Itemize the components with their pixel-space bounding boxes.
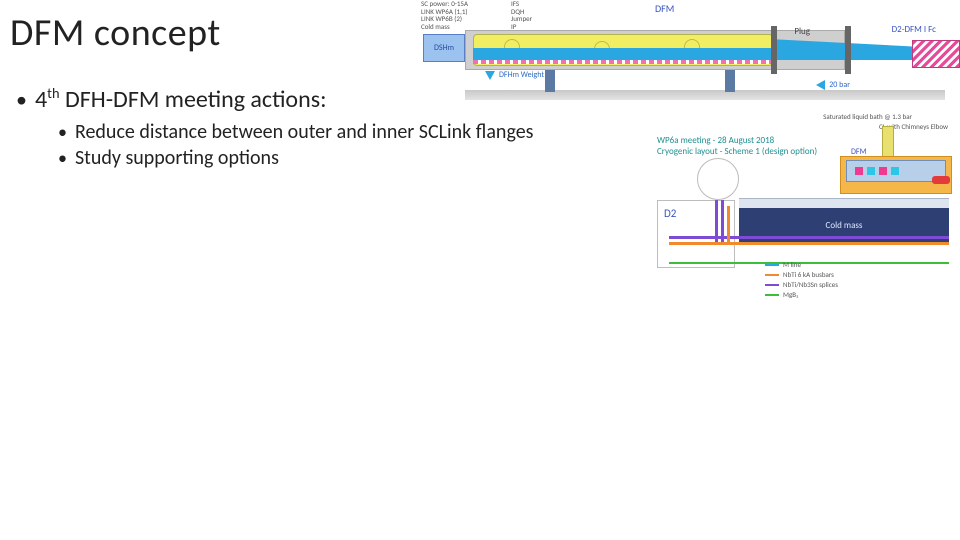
pressure-arrow: 20 bar [816, 80, 850, 90]
arrow-down-icon [485, 71, 495, 80]
figure1-support [545, 70, 555, 92]
legend-row: NbTi/Nb3Sn splices [765, 280, 838, 289]
pressure-label: 20 bar [829, 80, 850, 90]
saturated-bath-note: Saturated liquid bath @ 1.3 bar [823, 112, 912, 121]
ordinal-suffix: th [47, 84, 59, 102]
bullet-l1-text: 4th DFH-DFM meeting actions: [35, 84, 327, 114]
figure1-legend: SC power: 0-15A LINK WP6A (1,1) LINK WP6… [421, 0, 468, 31]
busbar-line [669, 242, 949, 245]
ordinal-number: 4 [35, 85, 47, 114]
arrow-left-icon [816, 80, 825, 90]
bullet-dot: • [58, 123, 67, 141]
bullet-l2-text-1: Study supporting options [75, 146, 279, 170]
figure2-port-circle [697, 158, 739, 200]
figure1-flange [845, 26, 851, 74]
legend-row: MgB₂ [765, 290, 838, 299]
legend-line: Cold mass [421, 23, 468, 31]
dfm-inner-label: DFM [851, 147, 866, 157]
figure1-flange [771, 26, 777, 74]
figure2-end-cap [932, 176, 950, 184]
legend-row: NbTi 6 kA busbars [765, 270, 838, 279]
weight-label: DFHm Weight [499, 70, 544, 80]
plug-label: Plug [794, 26, 810, 37]
figure2-dfm-module: DFM [846, 160, 946, 182]
splice-line [669, 236, 949, 239]
dshm-box: DSHm [423, 34, 465, 62]
d2-label: D2 [664, 207, 676, 220]
figure-cryogenic-layout: Saturated liquid bath @ 1.3 bar CL with … [657, 112, 952, 300]
d2-dfm-interface-label: D2-DFM I Fc [892, 24, 936, 35]
figure-dfm-side-view: SC power: 0-15A LINK WP6A (1,1) LINK WP6… [415, 0, 960, 108]
figure1-busbar-stripe [473, 60, 773, 64]
weight-arrow: DFHm Weight [485, 70, 544, 80]
figure1-legend-right: IFS DQH Jumper IP [511, 0, 532, 31]
figure-group: SC power: 0-15A LINK WP6A (1,1) LINK WP6… [415, 0, 960, 108]
figure1-support [725, 70, 735, 92]
caption-line2: Cryogenic layout - Scheme 1 (design opti… [657, 147, 817, 158]
bullet-l2-text-0: Reduce distance between outer and inner … [75, 120, 534, 144]
figure2-vessel-top [739, 198, 949, 208]
bullet-dot: • [16, 89, 27, 111]
dfm-label: DFM [655, 2, 674, 15]
bullet-dot: • [58, 149, 67, 167]
legend-row: M line [765, 260, 838, 269]
figure1-end-block [912, 40, 960, 68]
bullet-l1-rest: DFH-DFM meeting actions: [60, 85, 327, 114]
figure1-ground [465, 90, 945, 100]
figure2-legend: M line NbTi 6 kA busbars NbTi/Nb3Sn spli… [765, 260, 838, 300]
figure2-caption: WP6a meeting - 28 August 2018 Cryogenic … [657, 136, 817, 158]
